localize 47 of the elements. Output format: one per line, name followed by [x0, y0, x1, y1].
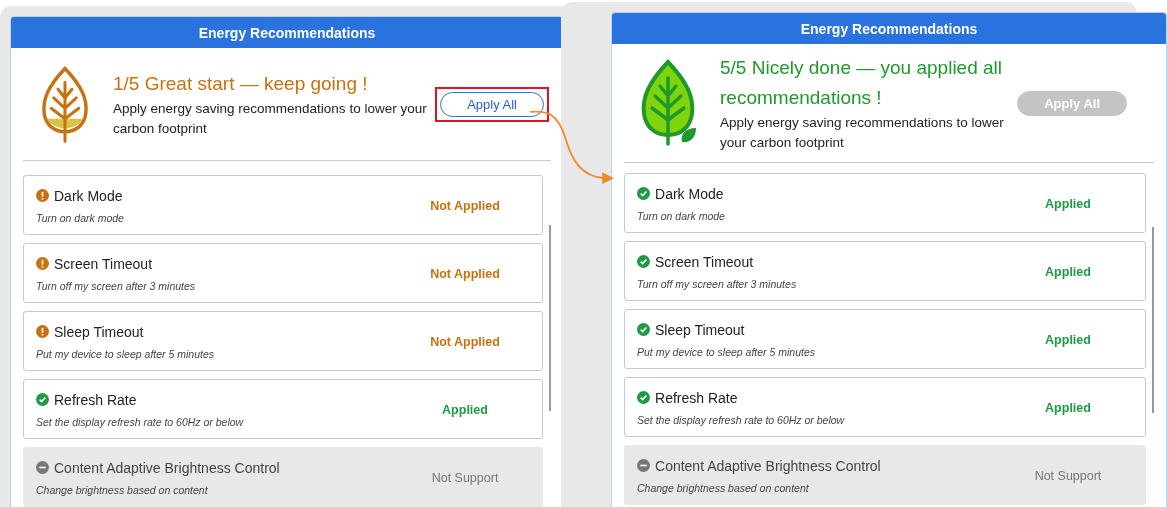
panel-title: Energy Recommendations — [11, 17, 563, 48]
recommendation-description: Put my device to sleep after 5 minutes — [36, 347, 215, 360]
status-label: Applied — [1044, 264, 1092, 279]
recommendation-name: Refresh Rate — [655, 389, 738, 406]
recommendation-name: Refresh Rate — [54, 391, 137, 408]
status-label: Not Applied — [429, 334, 501, 349]
recommendation-name: Content Adaptive Brightness Control — [54, 459, 280, 476]
progress-message: 1/5 Great start — keep going ! — [113, 72, 369, 96]
recommendation-name: Dark Mode — [655, 185, 724, 202]
status-label: Applied — [441, 402, 489, 417]
recommendation-description: Put my device to sleep after 5 minutes — [637, 345, 817, 358]
subtitle: Apply energy saving recommendations to lower your carbon footprint — [113, 100, 428, 138]
recommendation-description: Set the display refresh rate to 60Hz or below — [637, 413, 846, 426]
status-label: Applied — [1044, 332, 1092, 347]
minus-icon — [637, 459, 650, 472]
recommendation-description: Turn off my screen after 3 minutes — [637, 277, 798, 290]
status-label: Applied — [1044, 196, 1092, 211]
status-label: Applied — [1044, 400, 1092, 415]
minus-icon — [36, 461, 49, 474]
recommendation-description: Change brightness based on content — [36, 483, 209, 496]
check-icon — [637, 255, 650, 268]
recommendation-name: Screen Timeout — [655, 253, 754, 270]
recommendation-description: Turn on dark mode — [36, 211, 125, 224]
recommendation-name: Sleep Timeout — [54, 323, 144, 340]
warning-icon — [36, 325, 49, 338]
recommendation-name: Screen Timeout — [54, 255, 153, 272]
check-icon — [637, 187, 650, 200]
recommendation-description: Change brightness based on content — [637, 481, 810, 494]
panel-title: Energy Recommendations — [612, 13, 1166, 44]
check-icon — [36, 393, 49, 406]
subtitle: Apply energy saving recommendations to lower your carbon footprint — [720, 114, 1005, 152]
check-icon — [637, 323, 650, 336]
warning-icon — [36, 189, 49, 202]
recommendation-description: Set the display refresh rate to 60Hz or below — [36, 415, 245, 428]
progress-message: 5/5 Nicely done — you applied all recommendations ! — [720, 56, 1004, 110]
recommendation-name: Dark Mode — [54, 187, 123, 204]
apply-all-button[interactable]: Apply All — [440, 91, 544, 117]
warning-icon — [36, 257, 49, 270]
check-icon — [637, 391, 650, 404]
status-label: Not Support — [1033, 468, 1103, 483]
recommendation-description: Turn off my screen after 3 minutes — [36, 279, 197, 292]
recommendation-name: Sleep Timeout — [655, 321, 745, 338]
recommendation-name: Content Adaptive Brightness Control — [655, 457, 881, 474]
recommendation-description: Turn on dark mode — [637, 209, 726, 222]
status-label: Not Support — [430, 470, 500, 485]
status-label: Not Applied — [429, 266, 501, 281]
status-label: Not Applied — [429, 198, 501, 213]
